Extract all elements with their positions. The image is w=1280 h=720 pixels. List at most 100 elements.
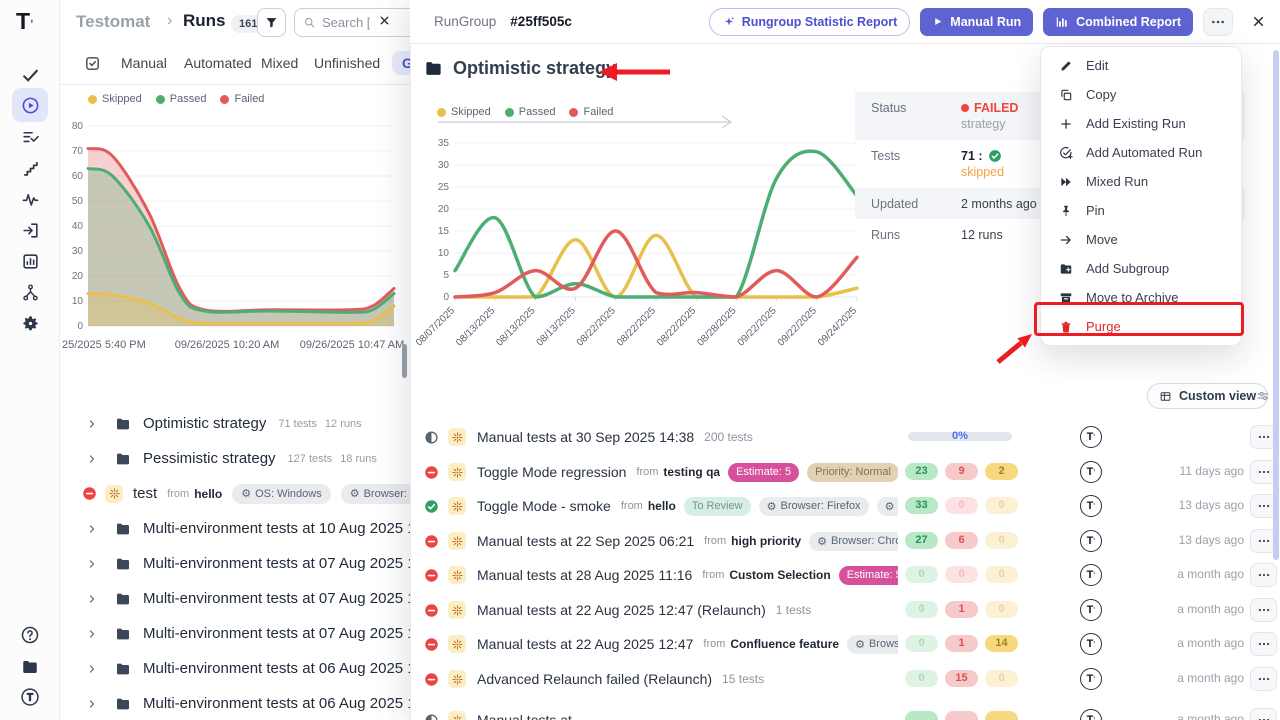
tab-unfinished[interactable]: Unfinished [314,55,380,71]
pin-icon [1059,204,1073,218]
ellipsis-icon [1257,568,1271,582]
group-title: Optimistic strategy [424,58,616,79]
sliders-icon[interactable] [1255,388,1271,404]
sidebar-footer-question[interactable] [12,618,48,652]
filter-button[interactable] [257,8,286,37]
run-row[interactable]: Manual tests at 22 Sep 2025 06:21fromhig… [424,524,1276,558]
menu-item-mixed-run[interactable]: Mixed Run [1041,167,1241,196]
app-logo[interactable]: T' [16,8,33,35]
sidebar-footer-tlogo[interactable] [12,680,48,714]
run-title[interactable]: Manual tests at … [477,712,590,720]
row-actions-button[interactable] [1250,598,1277,622]
run-row[interactable]: Manual tests at …T'a month ago [424,703,1276,720]
sidebar-item-playcircle[interactable] [12,88,48,122]
search-clear-icon[interactable] [378,14,391,27]
menu-item-add-automated-run[interactable]: Add Automated Run [1041,138,1241,167]
row-actions-button[interactable] [1250,632,1277,656]
sidebar-footer-folder[interactable] [12,650,48,684]
tab-mixed[interactable]: Mixed [261,55,298,71]
run-title[interactable]: Toggle Mode - smoke [477,498,611,514]
menu-item-add-existing-run[interactable]: Add Existing Run [1041,109,1241,138]
minus-icon [82,486,97,501]
checkcircle-icon [988,149,1002,163]
breadcrumb-app[interactable]: Testomat [76,12,150,32]
sidebar-item-importicon[interactable] [12,213,48,247]
row-actions-button[interactable] [1250,708,1277,720]
tree-item[interactable]: Pessimistic strategy127 tests18 runs [60,441,410,476]
tree-item[interactable]: Multi-environment tests at 07 Aug 2025 1… [60,546,410,581]
chevron-right-icon[interactable] [86,593,98,605]
run-title[interactable]: Manual tests at 22 Aug 2025 12:47 (Relau… [477,602,766,618]
checkplus-icon [1059,146,1073,160]
sidebar-item-check[interactable] [12,58,48,92]
menu-item-add-subgroup[interactable]: Add Subgroup [1041,254,1241,283]
folder-icon [115,451,131,467]
run-row[interactable]: Manual tests at 22 Aug 2025 12:47 (Relau… [424,593,1276,627]
from-name: Confluence feature [730,637,839,651]
arrowr-icon [1059,233,1073,247]
tree-item[interactable]: Multi-environment tests at 10 Aug 2025 1… [60,511,410,546]
tree-item[interactable]: Multi-environment tests at 07 Aug 2025 1… [60,616,410,651]
avatar: T' [1080,530,1102,552]
ellipsis-icon [1257,672,1271,686]
tree-item[interactable]: Multi-environment tests at 06 Aug 2025 1… [60,686,410,720]
run-title[interactable]: Manual tests at 28 Aug 2025 11:16 [477,567,692,583]
run-row[interactable]: Manual tests at 28 Aug 2025 11:16fromCus… [424,558,1276,592]
legend-item-failed[interactable]: Failed [220,93,264,105]
combined-report-button[interactable]: Combined Report [1043,8,1193,36]
ellipsis-icon [1210,14,1226,30]
chevron-right-icon[interactable] [86,558,98,570]
group-name: Optimistic strategy [143,415,266,432]
legend-item-skipped[interactable]: Skipped [88,93,142,105]
menu-item-edit[interactable]: Edit [1041,51,1241,80]
run-title[interactable]: Advanced Relaunch failed (Relaunch) [477,671,712,687]
run-title[interactable]: Manual tests at 22 Aug 2025 12:47 [477,636,693,652]
run-title[interactable]: Manual tests at 22 Sep 2025 06:21 [477,533,694,549]
menu-item-copy[interactable]: Copy [1041,80,1241,109]
tree-item[interactable]: Multi-environment tests at 07 Aug 2025 1… [60,581,410,616]
run-row[interactable]: Manual tests at 30 Sep 2025 14:38200 tes… [424,420,1276,454]
tests-count: 71 tests [278,418,317,430]
tree-item[interactable]: Optimistic strategy71 tests12 runs [60,406,410,441]
group-name: Multi-environment tests at 07 Aug 2025 1… [143,555,410,572]
left-panel-scrollbar[interactable] [402,344,407,378]
dots-icon [1210,14,1226,30]
tree-item[interactable]: Multi-environment tests at 06 Aug 2025 1… [60,651,410,686]
sidebar-item-panelchart[interactable] [12,244,48,278]
manual-run-button[interactable]: Manual Run [920,8,1033,36]
sidebar-item-gear[interactable] [12,306,48,340]
play-icon [932,16,943,27]
run-row[interactable]: Toggle Mode regressionfromtesting qaEsti… [424,455,1276,489]
custom-view-button[interactable]: Custom view [1147,383,1268,409]
chevron-right-icon[interactable] [86,663,98,675]
run-row[interactable]: Toggle Mode - smokefromhelloTo Review⚙Br… [424,489,1276,523]
tab-automated[interactable]: Automated [184,55,252,71]
tree-item[interactable]: testfromhello⚙OS: Windows⚙Browser: Chrom… [60,476,410,511]
sidebar-item-stairs[interactable] [12,151,48,185]
run-row[interactable]: Advanced Relaunch failed (Relaunch)15 te… [424,662,1276,696]
legend-item-passed[interactable]: Passed [156,93,207,105]
run-title[interactable]: Toggle Mode regression [477,464,626,480]
run-title[interactable]: Manual tests at 30 Sep 2025 14:38 [477,429,694,445]
sidebar-item-branch[interactable] [12,275,48,309]
chevron-right-icon[interactable] [86,418,98,430]
menu-item-move[interactable]: Move [1041,225,1241,254]
sidebar-item-pulse[interactable] [12,182,48,216]
rungroup-statistic-report-button[interactable]: Rungroup Statistic Report [709,8,911,36]
chevron-right-icon[interactable] [86,698,98,710]
spark-icon [108,487,121,500]
tab-manual[interactable]: Manual [121,55,167,71]
modal-close-icon[interactable] [1251,14,1266,29]
modal-scrollbar[interactable] [1273,50,1279,560]
chevron-right-icon[interactable] [86,628,98,640]
more-actions-button[interactable] [1203,8,1233,36]
tab-groups[interactable]: Groups [392,51,410,75]
row-actions-button[interactable] [1250,667,1277,691]
chevron-right-icon[interactable] [86,453,98,465]
chevron-right-icon[interactable] [86,523,98,535]
row-actions-button[interactable] [1250,563,1277,587]
progress-bar: 0% [908,430,1012,444]
run-row[interactable]: Manual tests at 22 Aug 2025 12:47fromCon… [424,627,1276,661]
sidebar-item-listcheck[interactable] [12,120,48,154]
menu-item-pin[interactable]: Pin [1041,196,1241,225]
